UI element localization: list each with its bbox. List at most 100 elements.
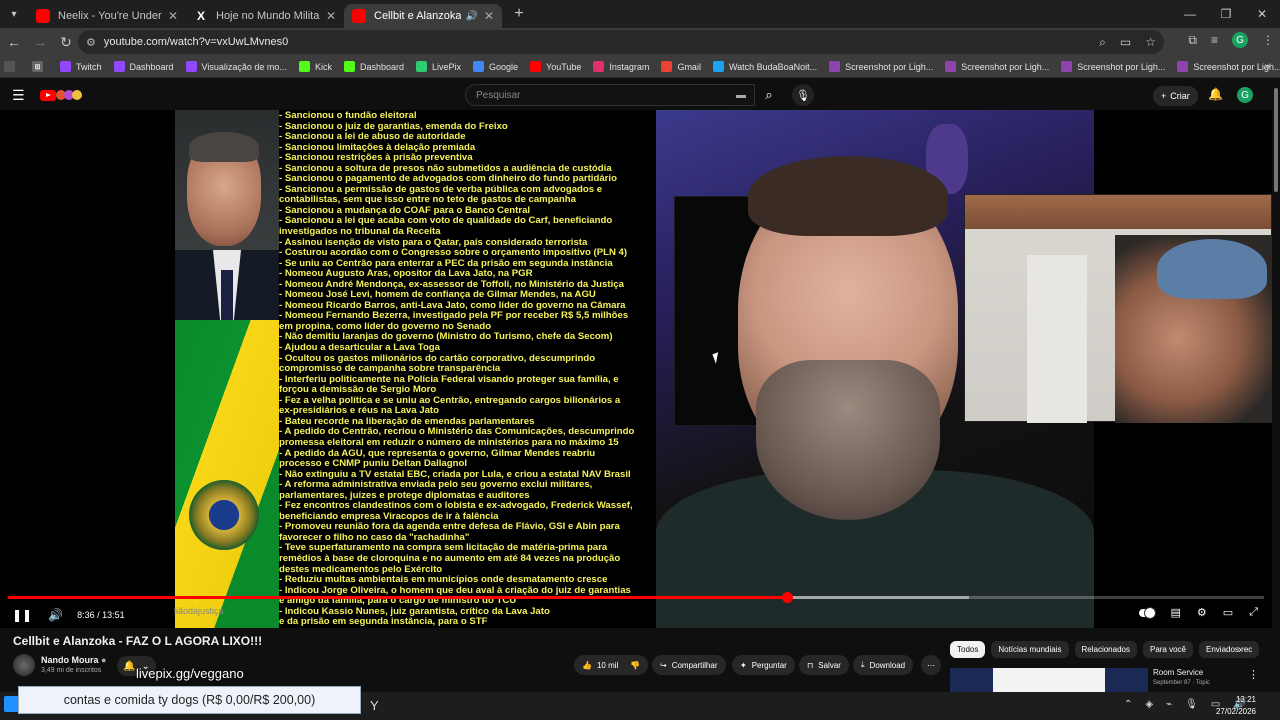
- url-text[interactable]: youtube.com/watch?v=vxUwLMvnes0: [104, 36, 288, 48]
- extensions-icon[interactable]: ⧉: [1188, 33, 1197, 48]
- new-tab-button[interactable]: +: [506, 5, 532, 23]
- page-scrollbar[interactable]: [1272, 80, 1280, 720]
- chip-2[interactable]: Relacionados: [1074, 641, 1137, 658]
- video-text-line: - Sancionou o pagamento de advogados com…: [279, 174, 617, 185]
- bookmark-item[interactable]: Gmail: [661, 61, 701, 72]
- bookmark-item[interactable]: LivePix: [415, 61, 461, 72]
- chip-0[interactable]: Todos: [950, 641, 986, 658]
- pause-icon[interactable]: ❚❚: [12, 608, 32, 622]
- chip-4[interactable]: Enviados rec: [1199, 641, 1260, 658]
- close-tab-icon[interactable]: ✕: [326, 9, 336, 23]
- like-button[interactable]: 👍 10 mil: [574, 655, 627, 675]
- menu-icon[interactable]: ⋮: [1262, 33, 1274, 47]
- search-placeholder: Pesquisar: [476, 89, 521, 101]
- back-icon[interactable]: ←: [2, 30, 26, 54]
- download-button[interactable]: ⤓ Download: [853, 655, 914, 675]
- dislike-button[interactable]: 👎: [622, 655, 648, 675]
- bookmark-item[interactable]: Watch BudaBoaNoit...: [712, 61, 817, 72]
- minimize-icon[interactable]: —: [1172, 0, 1208, 28]
- zoom-icon[interactable]: ⌕: [1099, 35, 1106, 50]
- address-bar[interactable]: ⚙ youtube.com/watch?v=vxUwLMvnes0 ⌕ ▭ ☆: [78, 30, 1164, 54]
- bookmark-item[interactable]: Kick: [298, 61, 332, 72]
- bookmark-item[interactable]: Twitch: [60, 61, 102, 72]
- site-info-icon[interactable]: ⚙: [86, 36, 96, 49]
- cast-icon[interactable]: ▭: [1120, 35, 1131, 50]
- close-tab-icon[interactable]: ✕: [484, 9, 494, 23]
- scrollbar-thumb[interactable]: [1274, 88, 1278, 192]
- profile-avatar[interactable]: G: [1232, 32, 1248, 48]
- reload-icon[interactable]: ↻: [54, 30, 78, 54]
- tray-network-icon[interactable]: ⌁: [1166, 699, 1172, 710]
- media-icon[interactable]: ≡: [1211, 33, 1218, 47]
- bookmark-label: Screenshot por Ligh...: [1077, 61, 1166, 72]
- share-button[interactable]: ↪ Compartilhar: [652, 655, 726, 675]
- video-player[interactable]: - Sancionou o fundão eleitoral - Sanciono…: [0, 110, 1272, 628]
- recommendation-title[interactable]: Room Service: [1153, 668, 1203, 677]
- more-actions-button[interactable]: ⋯: [921, 655, 941, 675]
- bookmark-item[interactable]: YouTube: [530, 61, 581, 72]
- recommendation-channel: September 87 · Topic: [1153, 680, 1210, 686]
- bookmark-item[interactable]: Dashboard: [113, 61, 174, 72]
- youtube-avatar[interactable]: G: [1237, 87, 1253, 103]
- volume-icon[interactable]: 🔊: [48, 608, 63, 622]
- browser-tab-2[interactable]: X Hoje no Mundo Militar (@hoje... ✕: [186, 4, 344, 28]
- browser-tab-3[interactable]: Cellbit e Alanzoka - FAZ O L... 🔊 ✕: [344, 4, 502, 28]
- share-label: Compartilhar: [671, 660, 718, 670]
- bookmark-item[interactable]: Dashboard: [343, 61, 404, 72]
- keyboard-icon[interactable]: ▬: [736, 90, 746, 101]
- system-clock[interactable]: 13:21 27/02/2026: [1216, 694, 1256, 718]
- autoplay-toggle[interactable]: [1138, 606, 1156, 619]
- tab-search-button[interactable]: ▾: [0, 0, 28, 28]
- subtitles-icon[interactable]: ▤: [1171, 606, 1181, 619]
- more-options-icon[interactable]: ⋮: [1248, 668, 1259, 681]
- close-window-icon[interactable]: ✕: [1244, 0, 1280, 28]
- bookmark-item[interactable]: Screenshot por Ligh...: [1061, 61, 1165, 72]
- search-icon[interactable]: ⌕: [755, 84, 783, 106]
- bookmark-apps[interactable]: [4, 61, 20, 72]
- browser-tab-1[interactable]: Neelix - You're Under Control (... ✕: [28, 4, 186, 28]
- star-icon[interactable]: ☆: [1145, 35, 1156, 50]
- speaker-icon[interactable]: 🔊: [465, 11, 477, 22]
- save-button[interactable]: ⊓ Salvar: [799, 655, 849, 675]
- chevron-right-icon[interactable]: ›: [1238, 644, 1242, 656]
- ask-button[interactable]: ✦ Perguntar: [732, 655, 795, 675]
- bookmark-label: YouTube: [546, 61, 582, 72]
- video-text-line: - Sancionou a mudança do COAF para o Ban…: [279, 205, 531, 216]
- settings-gear-icon[interactable]: ⚙: [1197, 606, 1207, 619]
- bookmark-item[interactable]: Visualização de mo...: [185, 61, 287, 72]
- taskbar-app-icon[interactable]: Y: [370, 698, 379, 713]
- video-title: Cellbit e Alanzoka - FAZ O L AGORA LIXO!…: [13, 634, 263, 648]
- download-icon: ⤓: [861, 660, 865, 669]
- bookmark-item[interactable]: Instagram: [593, 61, 649, 72]
- close-tab-icon[interactable]: ✕: [168, 9, 178, 23]
- restore-icon[interactable]: ❐: [1208, 0, 1244, 28]
- chip-1[interactable]: Notícias mundiais: [991, 641, 1069, 658]
- bookmark-item[interactable]: Screenshot por Ligh...: [829, 61, 933, 72]
- microphone-icon[interactable]: 🎙: [792, 84, 814, 106]
- forward-icon[interactable]: →: [28, 30, 52, 54]
- recommendation-chips: Todos Notícias mundiais Relacionados Para v…: [950, 641, 1260, 658]
- youtube-logo[interactable]: [40, 89, 82, 101]
- tray-mic-icon[interactable]: 🎙: [1185, 699, 1198, 710]
- tray-chevron-icon[interactable]: ⌃: [1124, 699, 1132, 710]
- chip-3[interactable]: Para você: [1142, 641, 1194, 658]
- search-input[interactable]: Pesquisar ▬: [465, 84, 755, 106]
- bookmark-favicon-icon: [473, 61, 484, 72]
- progress-bar[interactable]: [8, 592, 1264, 603]
- tray-app-icon[interactable]: ◈: [1145, 699, 1153, 710]
- bookmark-item[interactable]: Google: [473, 61, 518, 72]
- bookmark-item[interactable]: Screenshot por Ligh...: [945, 61, 1049, 72]
- channel-name[interactable]: Nando Moura ●: [41, 655, 106, 665]
- youtube-play-icon: [40, 89, 56, 101]
- save-label: Salvar: [818, 660, 841, 670]
- notifications-icon[interactable]: 🔔: [1208, 87, 1223, 101]
- hamburger-menu-icon[interactable]: ☰: [12, 87, 28, 104]
- fullscreen-icon[interactable]: ⤢: [1249, 606, 1258, 619]
- channel-avatar[interactable]: [13, 654, 35, 676]
- theater-mode-icon[interactable]: ▭: [1223, 606, 1233, 619]
- create-button[interactable]: + Criar: [1153, 86, 1198, 106]
- recommendation-thumbnail[interactable]: [950, 668, 1148, 692]
- bookmarks-more-icon[interactable]: »: [1264, 61, 1270, 72]
- bookmark-grid[interactable]: ⊞: [32, 61, 48, 72]
- video-text-line: - Bateu recorde na liberação de emendas …: [279, 416, 535, 427]
